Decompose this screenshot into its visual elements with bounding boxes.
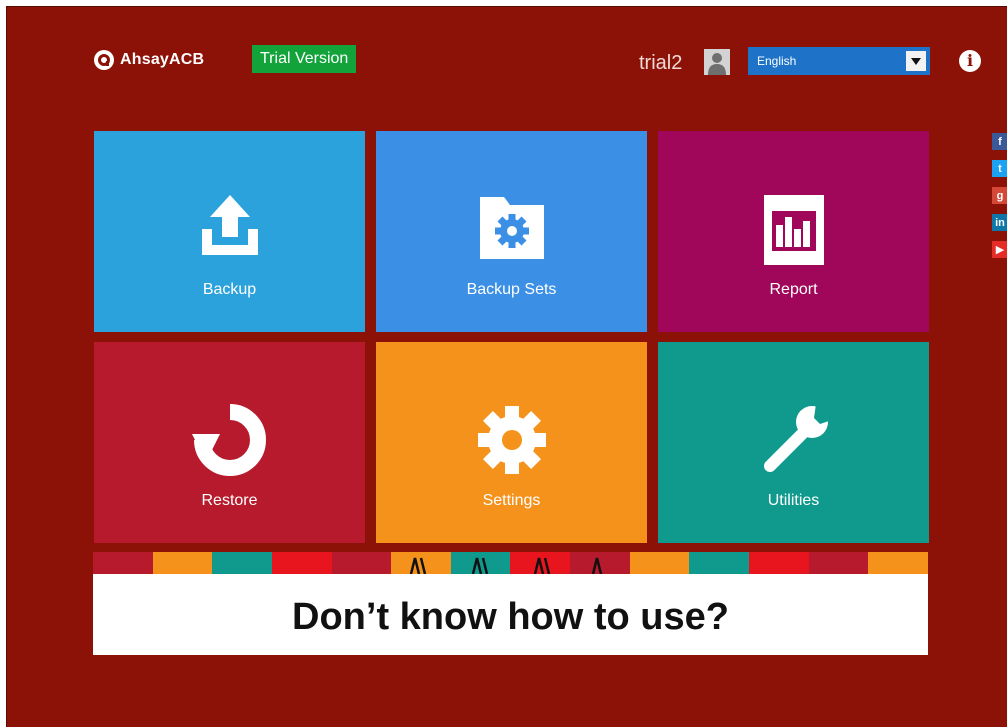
folder-gear-icon (479, 197, 544, 259)
backup-tile[interactable]: Backup (94, 131, 365, 332)
app-window: AhsayACB Trial Version trial2 English i … (6, 6, 1007, 727)
trial-version-badge: Trial Version (252, 45, 357, 73)
youtube-icon[interactable]: ▶ (992, 241, 1007, 258)
gear-icon (477, 406, 546, 474)
report-tile[interactable]: Report (658, 131, 929, 332)
bar-chart-icon (763, 195, 824, 265)
username: trial2 (639, 52, 683, 74)
upload-icon (201, 195, 258, 255)
restore-label: Restore (201, 492, 258, 509)
restore-tile[interactable]: Restore (94, 342, 365, 543)
settings-tile[interactable]: Settings (376, 342, 647, 543)
app-name: AhsayACB (120, 51, 205, 68)
help-banner[interactable]: Don’t know how to use? (93, 552, 928, 655)
utilities-tile[interactable]: Utilities (658, 342, 929, 543)
restore-icon (191, 404, 266, 476)
avatar[interactable] (704, 49, 730, 75)
banner-title: Don’t know how to use? (292, 596, 729, 638)
user-icon (704, 49, 730, 75)
social-links: f t g in ▶ (992, 133, 1007, 268)
linkedin-icon[interactable]: in (992, 214, 1007, 231)
app-logo: AhsayACB (93, 49, 204, 71)
chevron-down-icon[interactable] (906, 51, 926, 71)
wrench-icon (763, 404, 832, 472)
report-label: Report (769, 281, 818, 298)
backup-label: Backup (202, 281, 257, 298)
info-icon[interactable]: i (959, 50, 981, 72)
settings-label: Settings (482, 492, 541, 509)
utilities-label: Utilities (767, 492, 820, 509)
language-select-value: English (757, 54, 797, 68)
language-select[interactable]: English (748, 47, 930, 75)
backup-sets-tile[interactable]: Backup Sets (376, 131, 647, 332)
facebook-icon[interactable]: f (992, 133, 1007, 150)
twitter-icon[interactable]: t (992, 160, 1007, 177)
people-illustration (409, 557, 603, 574)
google-plus-icon[interactable]: g (992, 187, 1007, 204)
ahsay-logo-icon (94, 50, 114, 70)
backup-sets-label: Backup Sets (466, 281, 557, 298)
